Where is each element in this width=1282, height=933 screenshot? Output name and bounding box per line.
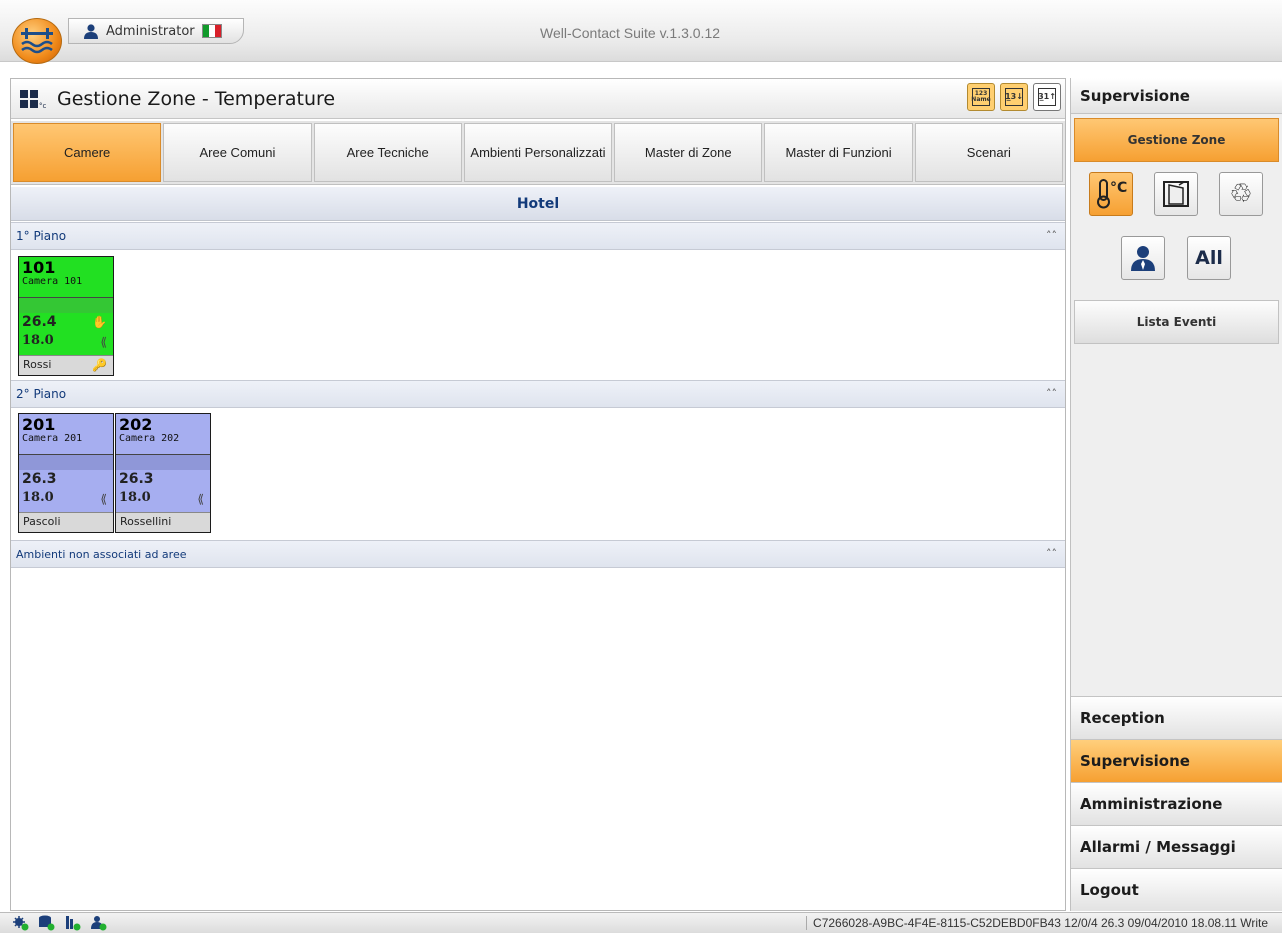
room-owner-name: Rossi: [23, 358, 52, 371]
floor-header-unassigned[interactable]: Ambienti non associati ad aree ˄˄: [11, 540, 1065, 568]
room-setpoint: 18.0: [119, 490, 151, 505]
sort-descending-icon: 3̲1↑: [1038, 88, 1056, 106]
nav-supervisione[interactable]: Supervisione: [1071, 739, 1282, 782]
floor-label: 2° Piano: [16, 387, 67, 401]
sort-buttons: 123 Name 1̲3↓ 3̲1↑: [967, 83, 1061, 111]
network-status-icon: [13, 916, 29, 931]
room-temps: 26.3 18.0 ⟪: [116, 470, 210, 512]
room-temps: 26.4 18.0 ✋ ⟪: [19, 313, 113, 355]
sort-name-icon: 123 Name: [971, 88, 991, 106]
signal-icon: ⟪: [100, 492, 107, 506]
room-setpoint: 18.0: [22, 490, 54, 505]
user-status-icon: [91, 916, 107, 931]
signal-icon: ⟪: [197, 492, 204, 506]
nav-reception[interactable]: Reception: [1071, 696, 1282, 739]
svg-text:°c: °c: [39, 102, 47, 110]
tab-aree-comuni[interactable]: Aree Comuni: [163, 123, 312, 182]
sidebar: Supervisione Gestione Zone °C ♲ All List…: [1070, 78, 1282, 911]
room-separator: [19, 454, 113, 470]
floor-header-1[interactable]: 1° Piano ˄˄: [11, 222, 1065, 250]
svg-text:°C: °C: [1110, 180, 1127, 196]
room-card-101[interactable]: 101 Camera 101 26.4 18.0 ✋ ⟪ Rossi 🔑: [18, 256, 114, 376]
sort-descending-button[interactable]: 3̲1↑: [1033, 83, 1061, 111]
status-bar: C7266028-A9BC-4F4E-8115-C52DEBD0FB43 12/…: [0, 912, 1282, 933]
gestione-zone-button[interactable]: Gestione Zone: [1074, 118, 1279, 162]
room-card-201[interactable]: 201 Camera 201 26.3 18.0 ⟪ Pascoli: [18, 413, 114, 533]
room-number: 202: [119, 415, 153, 434]
user-icon: [84, 23, 98, 39]
zone-type-icons: °C ♲ All: [1071, 166, 1282, 296]
tab-scenari[interactable]: Scenari: [914, 123, 1063, 182]
room-name: Camera 201: [22, 433, 83, 444]
room-top: 101 Camera 101: [19, 257, 113, 297]
thermometer-celsius-icon[interactable]: °C: [1089, 172, 1133, 216]
device-status-icon: [66, 916, 81, 931]
logo-icon: [21, 28, 53, 54]
room-owner: Pascoli: [19, 512, 113, 532]
collapse-icon[interactable]: ˄˄: [1046, 229, 1057, 242]
tab-aree-tecniche[interactable]: Aree Tecniche: [313, 123, 462, 182]
sort-ascending-button[interactable]: 1̲3↓: [1000, 83, 1028, 111]
room-number: 201: [22, 415, 56, 434]
room-top: 201 Camera 201: [19, 414, 113, 454]
main-panel: °c Gestione Zone - Temperature 123 Name 1…: [10, 78, 1066, 911]
sort-by-name-button[interactable]: 123 Name: [967, 83, 995, 111]
italian-flag-icon[interactable]: [201, 24, 222, 38]
door-window-icon[interactable]: [1154, 172, 1198, 216]
floor-header-2[interactable]: 2° Piano ˄˄: [11, 380, 1065, 408]
room-temperature: 26.3: [22, 471, 57, 487]
page-title: Gestione Zone - Temperature: [57, 87, 336, 110]
tab-ambienti-personalizzati[interactable]: Ambienti Personalizzati: [463, 123, 613, 182]
hotel-header: Hotel: [11, 187, 1065, 221]
nav-amministrazione[interactable]: Amministrazione: [1071, 782, 1282, 825]
collapse-icon[interactable]: ˄˄: [1046, 387, 1057, 400]
room-setpoint: 18.0: [22, 333, 54, 348]
page-header: °c Gestione Zone - Temperature 123 Name 1…: [11, 79, 1065, 119]
user-tab[interactable]: Administrator: [68, 18, 244, 44]
all-icon[interactable]: All: [1187, 236, 1231, 280]
room-owner-name: Rossellini: [120, 515, 172, 528]
hand-icon: ✋: [92, 315, 107, 329]
lista-eventi-button[interactable]: Lista Eventi: [1074, 300, 1279, 344]
tab-master-di-zone[interactable]: Master di Zone: [614, 123, 763, 182]
app-title: Well-Contact Suite v.1.3.0.12: [540, 25, 721, 41]
zones-temperature-icon: °c: [20, 89, 47, 110]
person-icon[interactable]: [1121, 236, 1165, 280]
room-separator: [19, 297, 113, 313]
room-owner: Rossellini: [116, 512, 210, 532]
key-icon: 🔑: [92, 358, 107, 372]
title-bar: Administrator Well-Contact Suite v.1.3.0…: [0, 0, 1282, 64]
room-name: Camera 101: [22, 276, 83, 287]
database-status-icon: [39, 915, 55, 931]
main-nav: Reception Supervisione Amministrazione A…: [1071, 696, 1282, 911]
room-temps: 26.3 18.0 ⟪: [19, 470, 113, 512]
user-name: Administrator: [106, 23, 195, 39]
nav-logout[interactable]: Logout: [1071, 868, 1282, 911]
nav-allarmi-messaggi[interactable]: Allarmi / Messaggi: [1071, 825, 1282, 868]
floor-label: 1° Piano: [16, 229, 67, 243]
sort-ascending-icon: 1̲3↓: [1005, 88, 1023, 106]
room-number: 101: [22, 258, 56, 277]
signal-icon: ⟪: [100, 335, 107, 349]
sidebar-header: Supervisione: [1071, 78, 1282, 114]
room-card-202[interactable]: 202 Camera 202 26.3 18.0 ⟪ Rossellini: [115, 413, 211, 533]
category-tabs: Camere Aree Comuni Aree Tecniche Ambient…: [11, 121, 1065, 185]
room-owner: Rossi 🔑: [19, 355, 113, 375]
tab-camere[interactable]: Camere: [13, 123, 162, 182]
room-owner-name: Pascoli: [23, 515, 61, 528]
app-logo[interactable]: [12, 18, 62, 64]
room-top: 202 Camera 202: [116, 414, 210, 454]
collapse-icon[interactable]: ˄˄: [1046, 547, 1057, 560]
tab-master-di-funzioni[interactable]: Master di Funzioni: [764, 123, 913, 182]
room-temperature: 26.3: [119, 471, 154, 487]
all-label: All: [1195, 247, 1223, 269]
floor-label: Ambienti non associati ad aree: [16, 547, 187, 561]
room-name: Camera 202: [119, 433, 180, 444]
status-text: C7266028-A9BC-4F4E-8115-C52DEBD0FB43 12/…: [806, 916, 1268, 930]
recycle-icon[interactable]: ♲: [1219, 172, 1263, 216]
status-icons: [12, 915, 108, 931]
room-separator: [116, 454, 210, 470]
